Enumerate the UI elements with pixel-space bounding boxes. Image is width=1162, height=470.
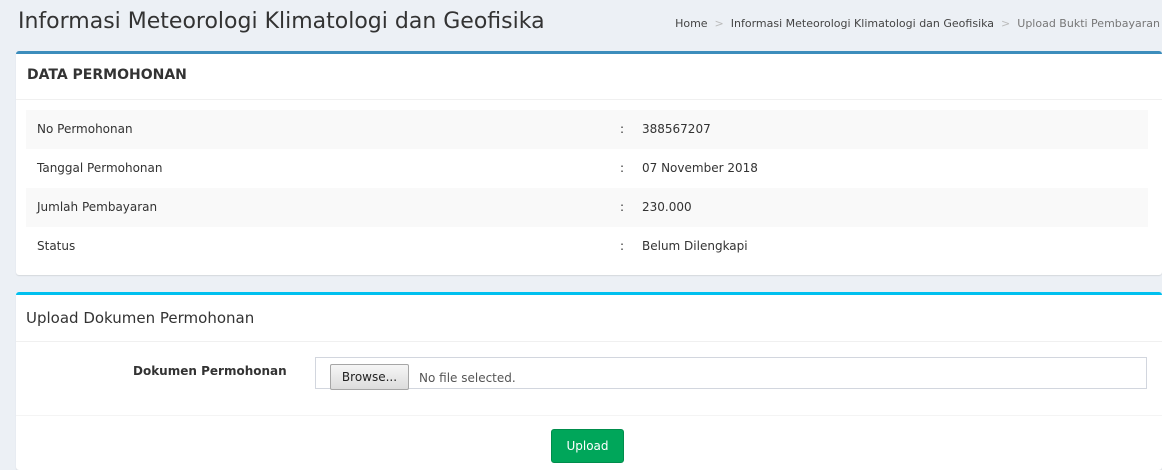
data-permohonan-header: DATA PERMOHONAN <box>16 54 1162 100</box>
table-row: Jumlah Pembayaran : 230.000 <box>26 188 1148 227</box>
table-row: No Permohonan : 388567207 <box>26 110 1148 149</box>
row-label: No Permohonan <box>37 122 133 136</box>
upload-button[interactable]: Upload <box>551 429 624 463</box>
file-status-text: No file selected. <box>419 371 516 385</box>
row-colon: : <box>620 200 625 214</box>
row-label: Jumlah Pembayaran <box>37 200 158 214</box>
detail-table: No Permohonan : 388567207 Tanggal Permoh… <box>26 110 1148 266</box>
row-colon: : <box>620 239 625 253</box>
row-label: Status <box>37 239 76 253</box>
upload-title: Upload Dokumen Permohonan <box>26 309 255 327</box>
breadcrumb-section-link[interactable]: Informasi Meteorologi Klimatologi dan Ge… <box>731 17 994 30</box>
row-label: Tanggal Permohonan <box>37 161 163 175</box>
browse-button[interactable]: Browse... <box>330 364 409 390</box>
breadcrumb-separator: > <box>714 17 724 30</box>
row-colon: : <box>620 122 625 136</box>
upload-header: Upload Dokumen Permohonan <box>16 295 1162 342</box>
page-title: Informasi Meteorologi Klimatologi dan Ge… <box>18 9 545 34</box>
content-header: Informasi Meteorologi Klimatologi dan Ge… <box>16 0 1162 50</box>
row-value: Belum Dilengkapi <box>642 239 748 253</box>
breadcrumb-home-link[interactable]: Home <box>675 17 707 30</box>
row-value: 07 November 2018 <box>642 161 758 175</box>
row-value: 388567207 <box>642 122 711 136</box>
form-row: Dokumen Permohonan Browse... No file sel… <box>16 342 1162 416</box>
dokumen-permohonan-label: Dokumen Permohonan <box>133 364 287 378</box>
page: Informasi Meteorologi Klimatologi dan Ge… <box>0 0 1162 470</box>
upload-footer: Upload <box>16 416 1162 470</box>
row-colon: : <box>620 161 625 175</box>
table-row: Tanggal Permohonan : 07 November 2018 <box>26 149 1148 188</box>
dokumen-permohonan-file-input[interactable]: Browse... No file selected. <box>315 357 1147 390</box>
breadcrumb-current: Upload Bukti Pembayaran <box>1017 17 1160 30</box>
breadcrumb: Home > Informasi Meteorologi Klimatologi… <box>675 17 1160 30</box>
breadcrumb-separator: > <box>1001 17 1011 30</box>
upload-box: Upload Dokumen Permohonan Dokumen Permoh… <box>16 292 1162 470</box>
data-permohonan-box: DATA PERMOHONAN No Permohonan : 38856720… <box>16 51 1162 275</box>
row-value: 230.000 <box>642 200 692 214</box>
table-row: Status : Belum Dilengkapi <box>26 227 1148 266</box>
data-permohonan-title: DATA PERMOHONAN <box>27 67 187 83</box>
